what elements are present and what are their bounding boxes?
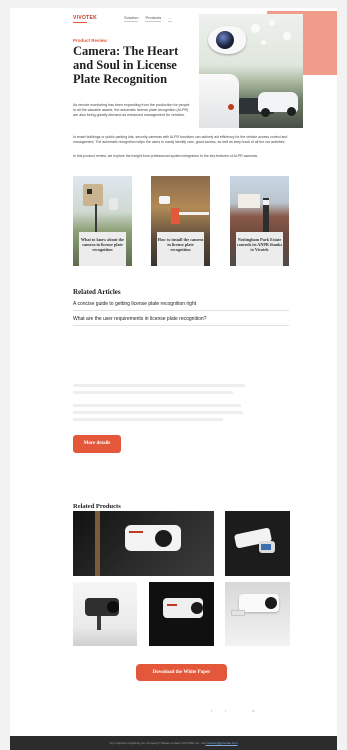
faded-text-line <box>73 411 243 414</box>
related-article-link[interactable]: A concise guide to getting license plate… <box>73 301 289 311</box>
hero-image <box>199 14 303 128</box>
download-white-paper-button[interactable]: Download the White Paper <box>136 664 227 681</box>
article-card-caption[interactable]: How to install the camera in license pla… <box>157 232 204 266</box>
faded-text-line <box>73 384 245 387</box>
body-paragraph: In smart buildings or public parking lot… <box>73 135 288 144</box>
brand-logo[interactable]: VIVOTEK <box>73 15 97 23</box>
related-article-link[interactable]: What are the user requirements in licens… <box>73 316 289 326</box>
nav-item-solution[interactable]: Solution <box>124 15 139 22</box>
footer-email-link[interactable]: marketing@vivotek.com <box>206 741 238 745</box>
footer: Any inquiries regarding our company? Ple… <box>10 736 337 750</box>
article-page: VIVOTEK Solution Products ... Product Re… <box>10 8 337 736</box>
top-nav: Solution Products ... <box>124 15 172 22</box>
related-products-heading: Related Products <box>73 503 121 510</box>
product-image[interactable] <box>225 511 290 576</box>
faded-text-line <box>73 404 241 407</box>
article-card-caption[interactable]: What to know about the camera in license… <box>79 232 126 266</box>
body-paragraph: In this product review, we explore the i… <box>73 154 259 158</box>
product-image[interactable] <box>149 582 214 646</box>
nav-item-more[interactable]: ... <box>168 15 172 22</box>
intro-paragraph: As remote monitoring has been expanding … <box>73 103 190 118</box>
facebook-icon[interactable]: f <box>211 708 212 713</box>
nav-item-products[interactable]: Products <box>145 15 162 22</box>
product-image[interactable] <box>225 582 290 646</box>
linkedin-icon[interactable]: in <box>252 708 255 713</box>
product-image[interactable] <box>73 511 214 576</box>
twitter-icon[interactable]: t <box>225 708 226 713</box>
page-title: Camera: The Heart and Soul in License Pl… <box>73 44 179 86</box>
camera-housing-image <box>199 74 239 128</box>
faded-text-line <box>73 391 233 394</box>
product-image[interactable] <box>73 582 137 646</box>
faded-text-line <box>73 418 223 421</box>
category-label: Product Review <box>73 38 107 43</box>
camera-dome-image <box>208 26 246 54</box>
footer-text: Any inquiries regarding our company? Ple… <box>109 741 205 745</box>
article-card-caption[interactable]: Nottingham Park Estate controls its ANPR… <box>236 232 283 266</box>
related-articles-heading: Related Articles <box>73 288 121 296</box>
more-details-button[interactable]: More details <box>73 435 121 453</box>
